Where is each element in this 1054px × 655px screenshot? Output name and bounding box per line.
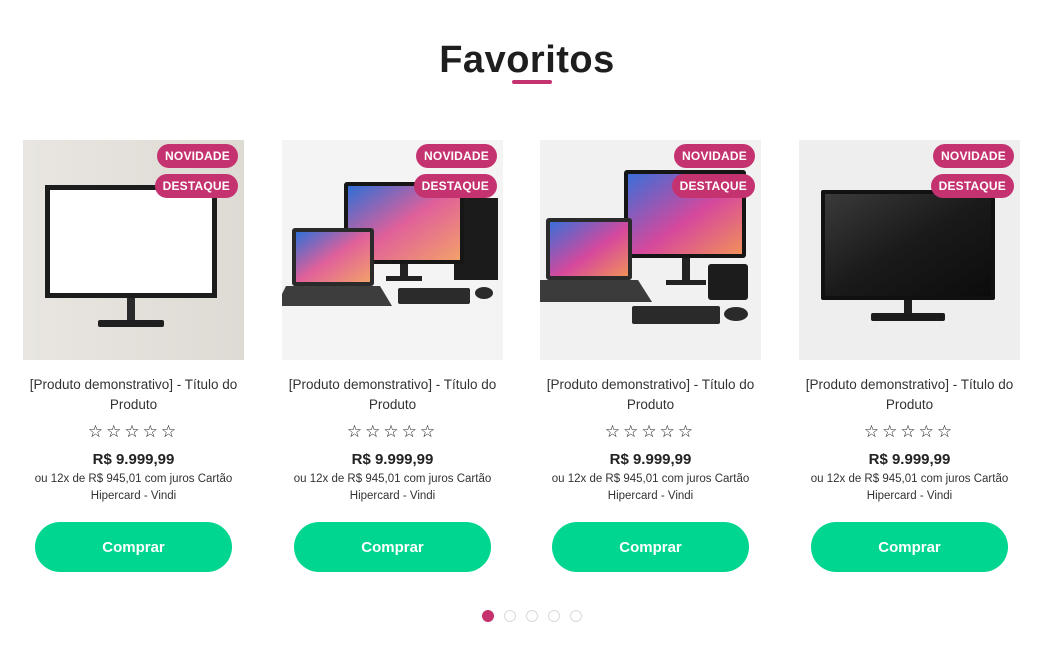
pagination-dot-2[interactable] — [504, 610, 516, 622]
pagination-dot-4[interactable] — [548, 610, 560, 622]
rating-stars-icon: ☆☆☆☆☆ — [863, 422, 956, 441]
rating-stars-icon: ☆☆☆☆☆ — [87, 422, 180, 441]
buy-button[interactable]: Comprar — [294, 522, 491, 572]
product-price: R$ 9.999,99 — [351, 451, 434, 468]
product-carousel: NOVIDADE DESTAQUE [Produto demonstrativo… — [0, 140, 1054, 580]
badge-destaque: DESTAQUE — [154, 174, 238, 198]
product-card: NOVIDADE DESTAQUE [Produto demonstrativo… — [23, 140, 244, 580]
badge-novidade: NOVIDADE — [416, 144, 497, 168]
pagination-dot-5[interactable] — [570, 610, 582, 622]
buy-button[interactable]: Comprar — [552, 522, 749, 572]
buy-button[interactable]: Comprar — [35, 522, 232, 572]
product-name[interactable]: [Produto demonstrativo] - Título do Prod… — [23, 375, 244, 415]
product-image[interactable]: NOVIDADE DESTAQUE — [282, 140, 503, 360]
badge-novidade: NOVIDADE — [674, 144, 755, 168]
product-card: NOVIDADE DESTAQUE [Produto demonstrativo… — [282, 140, 503, 580]
rating-stars-icon: ☆☆☆☆☆ — [604, 422, 697, 441]
title-underline — [512, 80, 552, 84]
product-name[interactable]: [Produto demonstrativo] - Título do Prod… — [540, 375, 761, 415]
product-name[interactable]: [Produto demonstrativo] - Título do Prod… — [799, 375, 1020, 415]
section-title: Favoritos — [439, 39, 615, 82]
product-image[interactable]: NOVIDADE DESTAQUE — [799, 140, 1020, 360]
buy-button[interactable]: Comprar — [811, 522, 1008, 572]
badge-destaque: DESTAQUE — [671, 174, 755, 198]
product-price: R$ 9.999,99 — [609, 451, 692, 468]
pagination-dot-3[interactable] — [526, 610, 538, 622]
product-price: R$ 9.999,99 — [92, 451, 175, 468]
product-card: NOVIDADE DESTAQUE [Produto demonstrativo… — [540, 140, 761, 580]
product-price: R$ 9.999,99 — [868, 451, 951, 468]
product-name[interactable]: [Produto demonstrativo] - Título do Prod… — [282, 375, 503, 415]
installments-text: ou 12x de R$ 945,01 com juros Cartão Hip… — [293, 473, 492, 502]
product-card: NOVIDADE DESTAQUE [Produto demonstrativo… — [799, 140, 1020, 580]
badge-destaque: DESTAQUE — [930, 174, 1014, 198]
product-image[interactable]: NOVIDADE DESTAQUE — [540, 140, 761, 360]
installments-text: ou 12x de R$ 945,01 com juros Cartão Hip… — [34, 473, 233, 502]
rating-stars-icon: ☆☆☆☆☆ — [346, 422, 439, 441]
badge-destaque: DESTAQUE — [413, 174, 497, 198]
installments-text: ou 12x de R$ 945,01 com juros Cartão Hip… — [810, 473, 1009, 502]
badge-novidade: NOVIDADE — [157, 144, 238, 168]
product-image[interactable]: NOVIDADE DESTAQUE — [23, 140, 244, 360]
pagination-dot-1[interactable] — [482, 610, 494, 622]
installments-text: ou 12x de R$ 945,01 com juros Cartão Hip… — [551, 473, 750, 502]
badge-novidade: NOVIDADE — [933, 144, 1014, 168]
